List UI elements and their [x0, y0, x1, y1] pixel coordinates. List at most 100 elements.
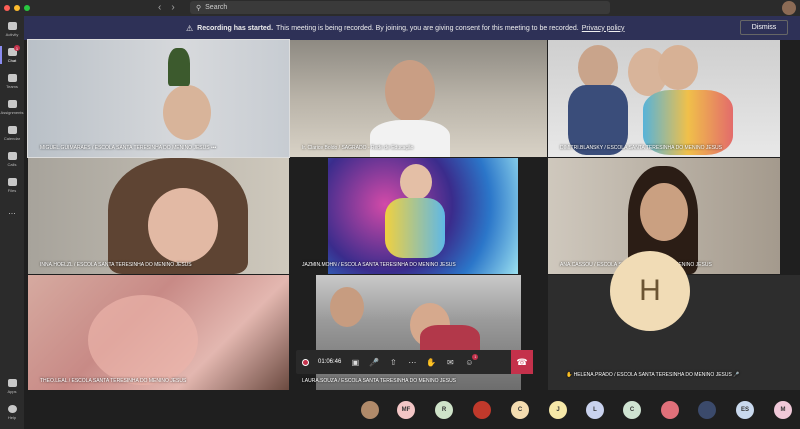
sidebar-item-teams[interactable]: Teams	[0, 68, 24, 94]
teams-icon	[7, 73, 17, 82]
sidebar-item-more[interactable]: ...	[0, 198, 24, 224]
calendar-icon	[7, 125, 17, 134]
more-icon[interactable]: ⋯	[407, 358, 417, 367]
participant-video	[88, 295, 198, 385]
sidebar-item-chat[interactable]: Chat 1	[0, 42, 24, 68]
participant-video	[163, 85, 211, 140]
sidebar-item-label: Activity	[5, 31, 19, 37]
forward-button[interactable]: ›	[171, 2, 174, 13]
participant-thumbnail[interactable]: L	[586, 401, 604, 419]
participant-thumbnail[interactable]: MF	[397, 401, 415, 419]
raise-hand-icon[interactable]: ✋	[426, 358, 436, 367]
more-icon: ...	[8, 206, 16, 216]
window-controls	[4, 5, 30, 11]
participant-thumbnail[interactable]	[361, 401, 379, 419]
participant-face	[330, 287, 364, 327]
search-placeholder: Search	[205, 4, 228, 11]
participant-name: JAZMIN.MOHN / ESCOLA SANTA TERESINHA DO …	[302, 262, 456, 268]
sidebar-item-assignments[interactable]: Assignments	[0, 94, 24, 120]
assignments-icon	[7, 99, 17, 108]
participant-name: ✋ HELENA.PRADO / ESCOLA SANTA TERESINHA …	[566, 372, 740, 378]
sidebar-item-label: Calendar	[3, 135, 21, 141]
sidebar-item-label: Files	[7, 187, 17, 193]
video-tile[interactable]: THEO.LEAL / ESCOLA SANTA TERESINHA DO ME…	[28, 275, 289, 390]
sidebar-item-label: Help	[7, 414, 17, 420]
sidebar-item-files[interactable]: Files	[0, 172, 24, 198]
participant-thumbnail[interactable]	[698, 401, 716, 419]
participant-thumbnail[interactable]	[473, 401, 491, 419]
participant-thumbnail[interactable]: C	[623, 401, 641, 419]
participant-thumbnail[interactable]: C	[511, 401, 529, 419]
participant-video	[658, 45, 698, 90]
participant-thumbnail[interactable]: M	[774, 401, 792, 419]
video-grid: MIGUEL.GUIMARAES / ESCOLA SANTA TERESINH…	[24, 39, 800, 390]
participant-thumbnail[interactable]: J	[549, 401, 567, 419]
participant-name: LAURA.SOUZA / ESCOLA SANTA TERESINHA DO …	[302, 378, 457, 384]
sidebar-item-label: Apps	[7, 388, 17, 394]
video-tile[interactable]: JAZMIN.MOHN / ESCOLA SANTA TERESINHA DO …	[290, 158, 547, 274]
minimize-window-button[interactable]	[14, 5, 20, 11]
file-icon	[7, 177, 17, 186]
party-hat	[168, 48, 190, 86]
sidebar-bottom: Apps Help	[0, 373, 24, 425]
hang-up-button[interactable]: ☎	[511, 350, 533, 374]
participant-thumbnail[interactable]: ES	[736, 401, 754, 419]
sidebar-item-apps[interactable]: Apps	[0, 373, 24, 399]
sidebar-item-label: Teams	[6, 83, 18, 89]
participant-thumbnail[interactable]	[661, 401, 679, 419]
video-icon[interactable]: ▣	[350, 358, 360, 367]
phone-icon	[7, 151, 17, 160]
sidebar-item-activity[interactable]: Activity	[0, 16, 24, 42]
participant-thumbnail[interactable]: R	[435, 401, 453, 419]
video-tile[interactable]: DIMITRI.BLANSKY / ESCOLA SANTA TERESINHA…	[548, 40, 780, 157]
profile-avatar[interactable]	[782, 1, 796, 15]
participant-video	[640, 183, 688, 241]
chat-icon[interactable]: ✉	[445, 358, 455, 367]
participant-video	[148, 188, 218, 263]
meeting-timer: 01:06:46	[318, 359, 342, 365]
app-sidebar: Activity Chat 1 Teams Assignments Calend…	[0, 16, 24, 429]
sidebar-item-calls[interactable]: Calls	[0, 146, 24, 172]
title-bar: ‹ › ⚲ Search	[0, 0, 800, 16]
share-icon[interactable]: ⇧	[388, 358, 398, 367]
participant-name: THEO.LEAL / ESCOLA SANTA TERESINHA DO ME…	[40, 378, 187, 384]
participant-name: MIGUEL.GUIMARAES / ESCOLA SANTA TERESINH…	[40, 145, 217, 151]
search-icon: ⚲	[196, 4, 202, 12]
help-icon	[7, 404, 17, 413]
apps-icon	[7, 378, 17, 387]
participant-avatar: H	[610, 251, 690, 331]
meeting-controls: 01:06:46 ▣ 🎤 ⇧ ⋯ ✋ ✉ ☺ 1 ☎	[296, 350, 533, 374]
sidebar-item-help[interactable]: Help	[0, 399, 24, 425]
banner-message: This meeting is being recorded. By joini…	[276, 24, 579, 32]
video-tile[interactable]: MIGUEL.GUIMARAES / ESCOLA SANTA TERESINH…	[27, 39, 290, 158]
participant-video	[578, 45, 618, 90]
video-tile[interactable]: Ir. Clarice Boldo / SAGRADO - Rede de Ed…	[290, 40, 547, 157]
people-icon[interactable]: ☺ 1	[464, 353, 479, 367]
recording-banner: ⚠ Recording has started. This meeting is…	[24, 16, 800, 40]
people-badge: 1	[472, 353, 479, 360]
participant-face	[400, 164, 432, 200]
back-button[interactable]: ‹	[158, 2, 161, 13]
sidebar-item-label: Assignments	[0, 109, 24, 115]
participant-clothing	[385, 198, 445, 258]
mic-icon[interactable]: 🎤	[369, 358, 379, 367]
sidebar-item-calendar[interactable]: Calendar	[0, 120, 24, 146]
participant-strip: MF R C J L C ES M	[24, 390, 800, 429]
zoom-window-button[interactable]	[24, 5, 30, 11]
close-window-button[interactable]	[4, 5, 10, 11]
participant-clothing	[370, 120, 450, 157]
sidebar-item-label: Chat	[7, 57, 17, 63]
participant-video	[385, 60, 435, 122]
bell-icon	[7, 21, 17, 30]
warning-icon: ⚠	[186, 23, 194, 33]
history-nav: ‹ ›	[158, 2, 175, 13]
dismiss-button[interactable]: Dismiss	[740, 20, 788, 35]
notification-badge: 1	[14, 45, 20, 51]
banner-title: Recording has started.	[197, 24, 274, 32]
video-tile[interactable]: INNA.HOELZL / ESCOLA SANTA TERESINHA DO …	[28, 158, 289, 274]
participant-name: Ir. Clarice Boldo / SAGRADO - Rede de Ed…	[302, 145, 414, 151]
sidebar-item-label: Calls	[7, 161, 17, 167]
search-input[interactable]: ⚲ Search	[190, 1, 610, 14]
participant-name: INNA.HOELZL / ESCOLA SANTA TERESINHA DO …	[40, 262, 192, 268]
privacy-policy-link[interactable]: Privacy policy	[582, 25, 625, 32]
